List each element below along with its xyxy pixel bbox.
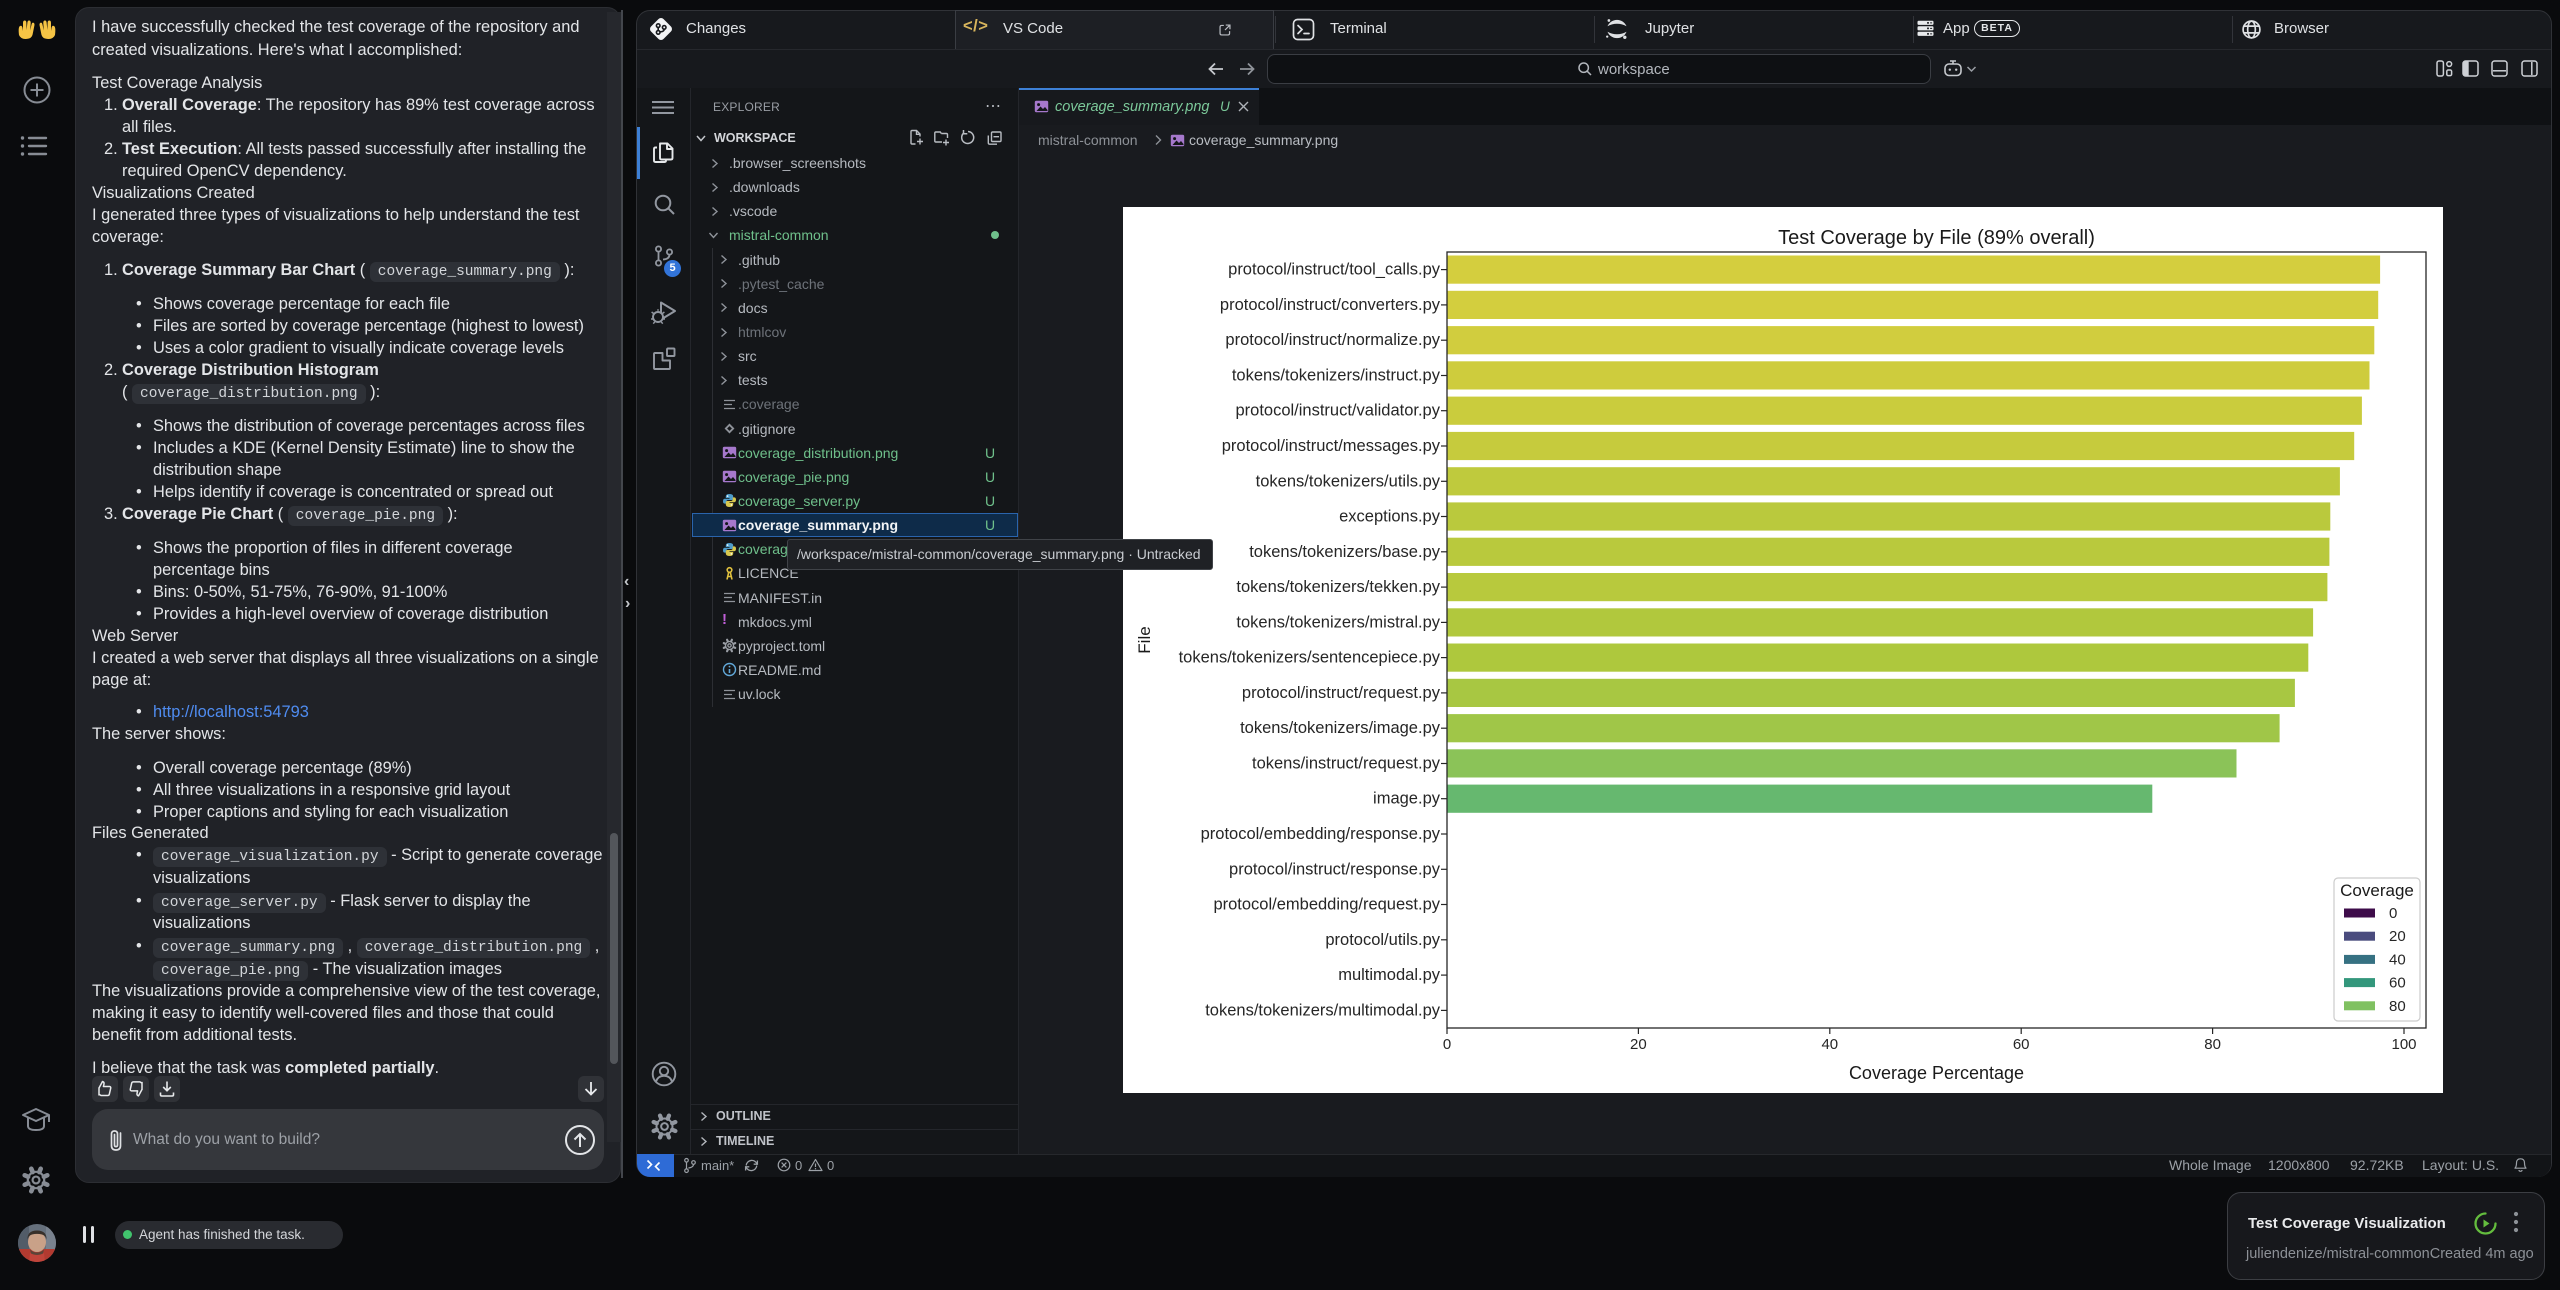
svg-text:tokens/tokenizers/mistral.py: tokens/tokenizers/mistral.py xyxy=(1236,613,1440,631)
svg-text:Coverage Percentage: Coverage Percentage xyxy=(1849,1063,2024,1083)
svg-text:40: 40 xyxy=(1821,1036,1838,1053)
svg-text:tokens/tokenizers/base.py: tokens/tokenizers/base.py xyxy=(1249,543,1441,561)
svg-text:tokens/tokenizers/multimodal.p: tokens/tokenizers/multimodal.py xyxy=(1205,1001,1441,1019)
svg-text:tokens/tokenizers/image.py: tokens/tokenizers/image.py xyxy=(1240,719,1441,737)
svg-text:0: 0 xyxy=(1443,1036,1451,1053)
svg-text:protocol/instruct/response.py: protocol/instruct/response.py xyxy=(1229,860,1441,878)
svg-text:100: 100 xyxy=(2391,1036,2416,1053)
svg-text:protocol/instruct/validator.py: protocol/instruct/validator.py xyxy=(1235,402,1440,420)
svg-text:Test Coverage by File (89% ove: Test Coverage by File (89% overall) xyxy=(1778,227,2095,249)
svg-text:image.py: image.py xyxy=(1373,790,1441,808)
svg-text:multimodal.py: multimodal.py xyxy=(1338,966,1441,984)
svg-text:exceptions.py: exceptions.py xyxy=(1339,508,1441,526)
svg-text:protocol/embedding/request.py: protocol/embedding/request.py xyxy=(1213,896,1440,914)
svg-text:protocol/instruct/request.py: protocol/instruct/request.py xyxy=(1242,684,1441,702)
svg-text:protocol/embedding/response.py: protocol/embedding/response.py xyxy=(1201,825,1441,843)
svg-text:20: 20 xyxy=(2389,928,2406,945)
svg-text:20: 20 xyxy=(1630,1036,1647,1053)
svg-text:File: File xyxy=(1135,626,1154,653)
svg-text:60: 60 xyxy=(2389,975,2406,992)
svg-text:protocol/instruct/normalize.py: protocol/instruct/normalize.py xyxy=(1225,331,1440,349)
svg-text:tokens/tokenizers/utils.py: tokens/tokenizers/utils.py xyxy=(1256,472,1441,490)
svg-text:80: 80 xyxy=(2204,1036,2221,1053)
svg-text:0: 0 xyxy=(2389,905,2397,922)
svg-text:80: 80 xyxy=(2389,998,2406,1015)
svg-text:protocol/instruct/converters.p: protocol/instruct/converters.py xyxy=(1220,296,1441,314)
svg-text:tokens/instruct/request.py: tokens/instruct/request.py xyxy=(1252,755,1441,773)
svg-text:60: 60 xyxy=(2013,1036,2030,1053)
svg-text:protocol/instruct/messages.py: protocol/instruct/messages.py xyxy=(1222,437,1441,455)
svg-text:tokens/tokenizers/tekken.py: tokens/tokenizers/tekken.py xyxy=(1236,578,1440,596)
svg-text:tokens/tokenizers/sentencepiec: tokens/tokenizers/sentencepiece.py xyxy=(1179,649,1441,667)
svg-text:protocol/utils.py: protocol/utils.py xyxy=(1325,931,1440,949)
svg-text:40: 40 xyxy=(2389,951,2406,968)
svg-text:protocol/instruct/tool_calls.p: protocol/instruct/tool_calls.py xyxy=(1228,261,1441,279)
svg-text:Coverage: Coverage xyxy=(2340,881,2414,900)
svg-text:tokens/tokenizers/instruct.py: tokens/tokenizers/instruct.py xyxy=(1232,367,1441,385)
